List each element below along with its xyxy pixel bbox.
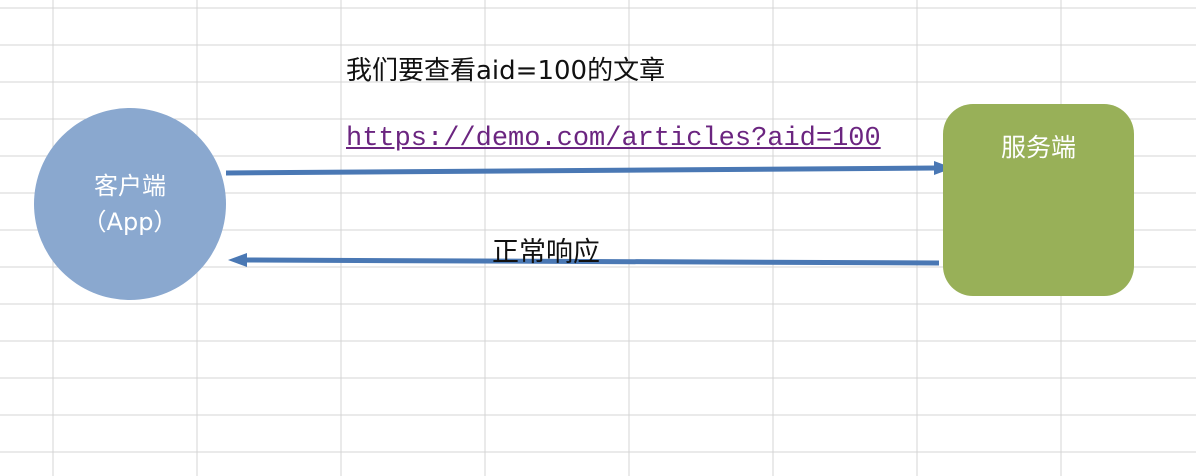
client-label: 客户端 <box>94 172 166 200</box>
client-node: 客户端 （App） <box>34 108 226 300</box>
response-arrowhead <box>228 253 247 267</box>
server-node: 服务端 <box>943 104 1134 296</box>
request-url-link[interactable]: https://demo.com/articles?aid=100 <box>346 124 881 154</box>
request-arrow <box>225 161 953 176</box>
client-sublabel: （App） <box>82 208 178 236</box>
server-label: 服务端 <box>1000 133 1076 162</box>
request-arrow-shaft <box>225 165 937 176</box>
request-caption: 我们要查看aid=100的文章 <box>346 56 666 86</box>
response-caption: 正常响应 <box>492 237 600 268</box>
diagram-canvas: 客户端 （App） 服务端 我们要查看aid=100的文章 https://de… <box>0 0 1196 476</box>
